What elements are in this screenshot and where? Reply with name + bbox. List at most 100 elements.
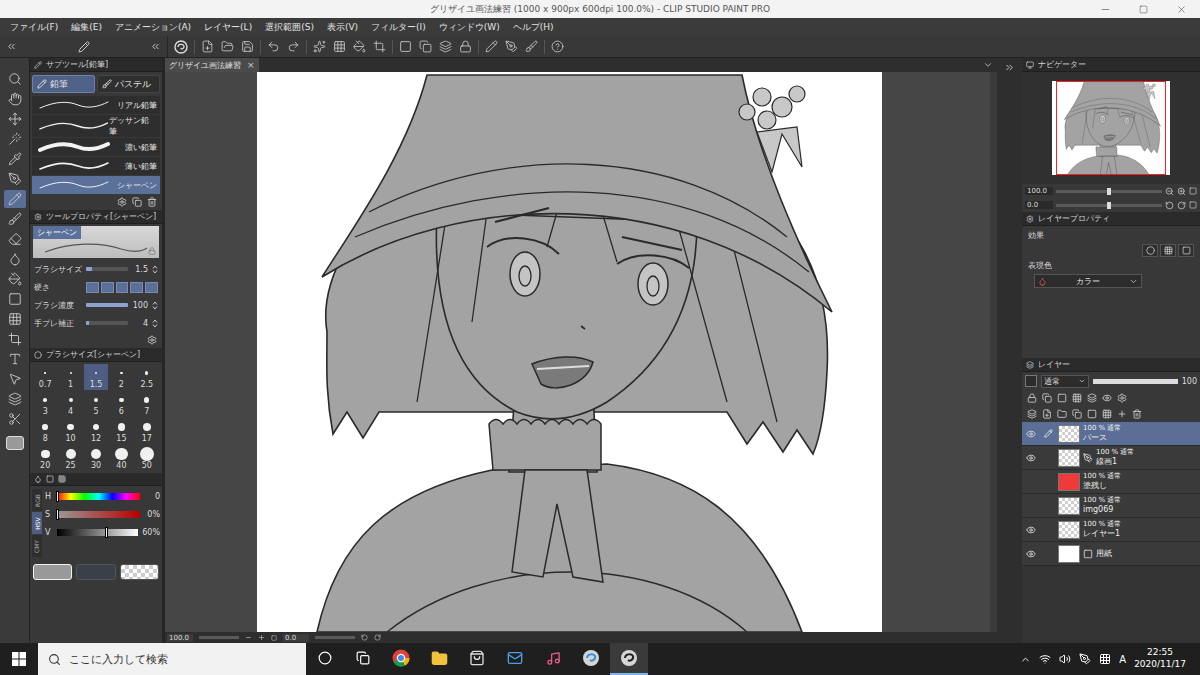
clip-studio-paint-app[interactable] [610, 643, 648, 675]
tool-button[interactable] [4, 330, 26, 348]
new-file-icon[interactable] [201, 40, 214, 53]
collapse-panel-icon[interactable] [150, 41, 161, 52]
blend-mode-select[interactable]: 通常 [1041, 375, 1089, 388]
fill-selection-icon[interactable] [333, 40, 346, 53]
visibility-toggle[interactable] [1024, 525, 1038, 535]
clip-studio-icon[interactable] [582, 649, 600, 667]
chrome-app[interactable] [382, 643, 420, 675]
layer-check[interactable] [1025, 375, 1037, 387]
vertical-scrollbar[interactable] [990, 72, 997, 632]
tool-button[interactable] [4, 70, 26, 88]
undo-icon[interactable] [267, 40, 280, 53]
zoom-out-icon[interactable] [1165, 187, 1174, 196]
settings-icon[interactable] [117, 197, 127, 207]
brush-size-option[interactable]: 20 [33, 445, 57, 471]
layer-option-icon[interactable] [1057, 393, 1067, 403]
maximize-button[interactable] [1124, 0, 1162, 18]
menu-item[interactable]: ウィンドウ(W) [437, 20, 502, 35]
opacity-value[interactable]: 100 [1182, 377, 1197, 386]
windows-logo-icon[interactable] [12, 652, 26, 666]
tool-button[interactable] [4, 130, 26, 148]
color-slider-handle[interactable] [105, 527, 108, 538]
color-set-icon[interactable] [58, 475, 66, 483]
tool-button[interactable] [4, 250, 26, 268]
snap-ruler-icon[interactable] [485, 40, 498, 53]
fit-icon[interactable] [1189, 187, 1197, 195]
keyboard-icon[interactable] [1099, 653, 1111, 665]
brush-size-option[interactable]: 10 [58, 418, 82, 444]
cortana-button[interactable] [306, 643, 344, 675]
color-slider[interactable] [57, 493, 140, 500]
fit-icon[interactable] [271, 635, 277, 641]
color-slider-icon[interactable] [46, 475, 54, 483]
save-icon[interactable] [241, 40, 254, 53]
transparent-color-swatch[interactable] [120, 564, 159, 580]
navigator-angle-slider[interactable] [1056, 204, 1162, 207]
brush-size-option[interactable]: 30 [84, 445, 108, 471]
brush-size-option[interactable]: 50 [135, 445, 159, 471]
brush-size-option[interactable]: 5 [84, 391, 108, 417]
minimize-button[interactable] [1086, 0, 1124, 18]
color-slider[interactable] [57, 511, 140, 518]
zoom-in-icon[interactable] [258, 634, 265, 641]
tone-effect-button[interactable] [1160, 244, 1176, 257]
explorer-app[interactable] [420, 643, 458, 675]
color-mode-tab[interactable]: HSV [32, 512, 42, 534]
tool-property-value[interactable]: 4 [132, 319, 148, 328]
expand-panel-icon[interactable] [1004, 62, 1015, 73]
chrome-icon[interactable] [392, 649, 410, 667]
fill-canvas-icon[interactable] [353, 40, 366, 53]
clip-studio-app[interactable] [572, 643, 610, 675]
navigator-preview[interactable] [1022, 72, 1200, 184]
tool-button[interactable] [4, 290, 26, 308]
delete-icon[interactable] [147, 197, 157, 207]
visibility-toggle[interactable] [1024, 429, 1038, 439]
color-slider-value[interactable]: 0 [144, 492, 160, 501]
brush-size-option[interactable]: 40 [109, 445, 133, 471]
sub-tool-item[interactable]: 薄い鉛筆 [32, 157, 160, 175]
menu-item[interactable]: フィルター(I) [369, 20, 428, 35]
layer-row[interactable]: 100 % 通常塗残し [1022, 470, 1200, 494]
clip-studio-paint-icon[interactable] [620, 649, 638, 667]
invert-selection-icon[interactable] [419, 40, 432, 53]
layer-action-icon[interactable] [1132, 409, 1142, 419]
color-slider-value[interactable]: 0% [144, 510, 160, 519]
layer-option-icon[interactable] [1117, 393, 1127, 403]
navigator-angle-field[interactable]: 0.0 [1025, 201, 1053, 209]
tool-button[interactable] [4, 270, 26, 288]
task-view-button[interactable] [344, 643, 382, 675]
transform-icon[interactable] [373, 40, 386, 53]
tool-button[interactable] [4, 110, 26, 128]
layer-row[interactable]: 100 % 通常レイヤー1 [1022, 518, 1200, 542]
visibility-toggle[interactable] [1024, 453, 1038, 463]
tool-button[interactable] [4, 210, 26, 228]
hardness-segment[interactable] [130, 282, 143, 293]
layer-row[interactable]: 100 % 通常線画1 [1022, 446, 1200, 470]
duplicate-icon[interactable] [132, 197, 142, 207]
hardness-segment[interactable] [101, 282, 114, 293]
brush-size-option[interactable]: 1.5 [84, 364, 108, 390]
tray-expand-icon[interactable] [1020, 654, 1031, 665]
layer-action-icon[interactable] [1027, 409, 1037, 419]
brush-size-option[interactable]: 6 [109, 391, 133, 417]
color-slider-value[interactable]: 60% [142, 528, 160, 537]
layer-option-icon[interactable] [1027, 393, 1037, 403]
selection-layer-icon[interactable] [439, 40, 452, 53]
brush-size-option[interactable]: 15 [109, 418, 133, 444]
layer-row[interactable]: 100 % 通常img069 [1022, 494, 1200, 518]
tool-button[interactable] [4, 230, 26, 248]
color-wheel-icon[interactable] [34, 475, 42, 483]
layer-action-icon[interactable] [1057, 409, 1067, 419]
canvas-tab[interactable]: グリザイユ画法練習× [165, 58, 259, 72]
layer-row[interactable]: 用紙 [1022, 542, 1200, 566]
layer-option-icon[interactable] [1102, 393, 1112, 403]
spin-icon[interactable] [152, 319, 158, 328]
navigator-zoom-field[interactable]: 100.0 [1025, 187, 1053, 195]
hardness-segment[interactable] [86, 282, 99, 293]
collapse-left-icon[interactable] [6, 41, 17, 52]
close-button[interactable] [1162, 0, 1200, 18]
tool-button[interactable] [4, 310, 26, 328]
brush-size-option[interactable]: 1 [58, 364, 82, 390]
hardness-segment[interactable] [116, 282, 129, 293]
brush-size-option[interactable]: 8 [33, 418, 57, 444]
